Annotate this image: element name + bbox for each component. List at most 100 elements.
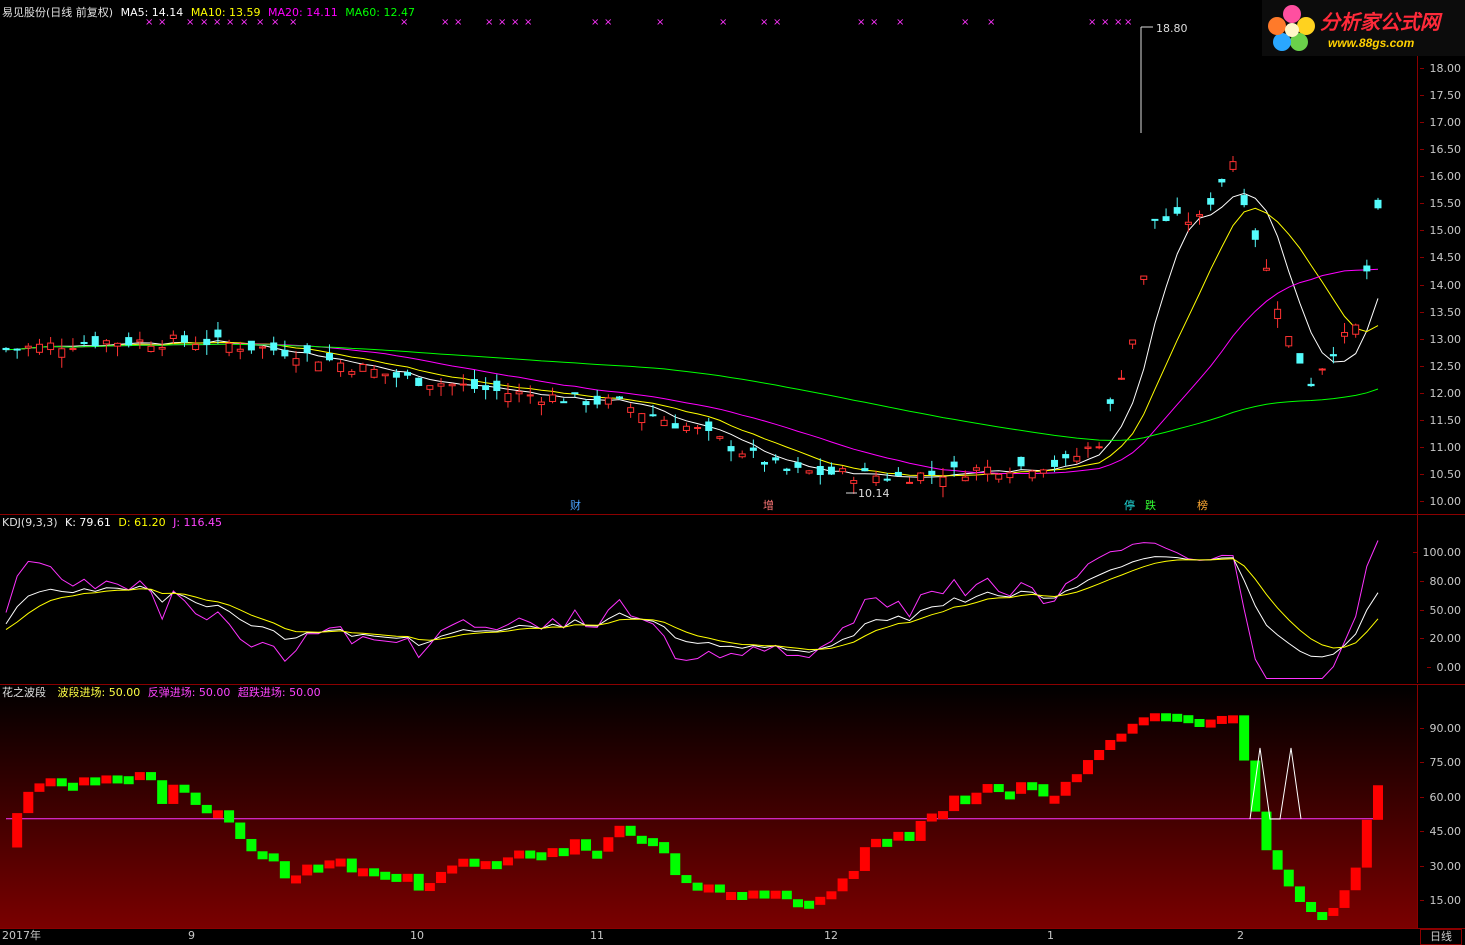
signal-cross-mark: × bbox=[213, 17, 221, 28]
wave-bar-up bbox=[547, 848, 558, 858]
signal-cross-mark: × bbox=[226, 17, 234, 28]
signal-cross-mark: × bbox=[441, 17, 449, 28]
candle-down bbox=[1251, 230, 1259, 240]
candle-down bbox=[1296, 353, 1304, 364]
signal-cross-mark: × bbox=[896, 17, 904, 28]
marker-finance[interactable]: 财 bbox=[570, 500, 581, 512]
signal-cross-mark: × bbox=[857, 17, 865, 28]
wave-bar-down bbox=[257, 851, 268, 860]
wave-bar-down bbox=[581, 839, 592, 851]
candle-up bbox=[292, 358, 300, 366]
wave-bar-down bbox=[1272, 850, 1283, 870]
marker-increase[interactable]: 增 bbox=[763, 500, 774, 512]
flower-title: 花之波段 bbox=[2, 686, 46, 699]
candle-up bbox=[1341, 332, 1349, 337]
candle-up bbox=[459, 383, 467, 386]
signal-cross-mark: × bbox=[240, 17, 248, 28]
candle-up bbox=[102, 340, 110, 345]
wave-bar-down bbox=[536, 852, 547, 861]
candle-up bbox=[359, 363, 367, 372]
candle-up bbox=[236, 348, 244, 352]
kdj-indicator-chart[interactable] bbox=[0, 515, 1418, 683]
candle-down bbox=[281, 349, 289, 357]
wave-bar-up bbox=[12, 813, 23, 848]
marker-list[interactable]: 榜 bbox=[1197, 500, 1208, 512]
wave-bar-down bbox=[659, 842, 670, 854]
wave-bar-up bbox=[1071, 774, 1082, 783]
wave-bar-down bbox=[759, 890, 770, 899]
candle-up bbox=[504, 393, 512, 403]
marker-halt-label: 停 bbox=[1124, 499, 1135, 512]
wave-bar-down bbox=[469, 858, 480, 867]
wave-bar-down bbox=[1004, 791, 1015, 800]
signal-cross-mark: × bbox=[773, 17, 781, 28]
signal-cross-mark: × bbox=[1088, 17, 1096, 28]
wave-bar-up bbox=[1116, 733, 1127, 742]
candle-down bbox=[1363, 265, 1371, 272]
marker-increase-label: 增 bbox=[763, 499, 774, 512]
candle-up bbox=[526, 394, 534, 397]
candle-up bbox=[1006, 472, 1014, 479]
candle-up bbox=[1140, 275, 1148, 280]
candle-up bbox=[805, 470, 813, 474]
wave-bar-up bbox=[837, 878, 848, 892]
signal-cross-mark: × bbox=[289, 17, 297, 28]
wave-bar-down bbox=[190, 792, 201, 805]
candle-down bbox=[13, 348, 21, 351]
wave-bar-up bbox=[703, 884, 714, 893]
wave-bar-up bbox=[424, 883, 435, 892]
candle-up bbox=[1352, 324, 1360, 335]
wave-bar-up bbox=[1361, 819, 1372, 868]
wave-bar-up bbox=[514, 850, 525, 859]
marker-drop-label: 跌 bbox=[1145, 499, 1156, 512]
flower-wave-chart[interactable] bbox=[0, 685, 1418, 928]
price-axis-tick: 10.00 bbox=[1419, 495, 1461, 508]
wave-bar-down bbox=[279, 861, 290, 879]
kdj-axis-tick: 20.00 bbox=[1419, 632, 1461, 646]
signal-cross-mark: × bbox=[604, 17, 612, 28]
price-candlestick-chart[interactable]: × × × × × × × × × × × × × × × × × × × × × × × × × × × × × × × × bbox=[0, 0, 1418, 514]
wave-bar-up bbox=[915, 820, 926, 841]
candle-down bbox=[392, 372, 400, 378]
marker-drop[interactable]: 跌 bbox=[1145, 500, 1156, 512]
kdj-d-line bbox=[5, 558, 1379, 651]
candle-up bbox=[839, 468, 847, 473]
wave-bar-down bbox=[1038, 784, 1049, 797]
candle-up bbox=[1095, 446, 1103, 449]
candle-up bbox=[225, 342, 233, 353]
wave-bar-up bbox=[291, 875, 302, 884]
wave-bar-down bbox=[558, 848, 569, 857]
wave-bar-up bbox=[748, 890, 759, 899]
marker-halt[interactable]: 停 bbox=[1124, 500, 1135, 512]
candle-down bbox=[1207, 198, 1215, 205]
signal-cross-mark: × bbox=[256, 17, 264, 28]
wave-bar-up bbox=[1105, 740, 1116, 751]
time-label-dec: 12 bbox=[824, 929, 838, 942]
candle-down bbox=[1162, 216, 1170, 222]
wave-bar-up bbox=[1205, 719, 1216, 728]
candle-up bbox=[961, 476, 969, 482]
wave-bar-down bbox=[413, 873, 424, 891]
wave-bar-down bbox=[1194, 718, 1205, 727]
price-axis-tick: 14.50 bbox=[1419, 251, 1461, 265]
candle-up bbox=[694, 426, 702, 429]
flower-axis-tick: 60.00 bbox=[1419, 790, 1461, 804]
candle-up bbox=[24, 345, 32, 349]
time-label-year: 2017年 bbox=[2, 929, 41, 942]
wave-bar-up bbox=[335, 858, 346, 867]
signal-cross-mark: × bbox=[271, 17, 279, 28]
period-selector[interactable]: 日线 bbox=[1420, 929, 1462, 945]
wave-bar-up bbox=[34, 783, 45, 792]
wave-bar-down bbox=[714, 884, 725, 893]
candle-down bbox=[1051, 459, 1059, 467]
time-label-oct: 10 bbox=[410, 929, 424, 942]
candle-up bbox=[192, 344, 200, 351]
signal-cross-mark: × bbox=[719, 17, 727, 28]
candle-down bbox=[270, 342, 278, 351]
wave-bar-down bbox=[592, 850, 603, 859]
wave-bar-up bbox=[726, 891, 737, 900]
candle-down bbox=[80, 341, 88, 344]
wave-bar-down bbox=[670, 853, 681, 876]
wave-bar-down bbox=[146, 772, 157, 781]
flower-axis-tick: 90.00 bbox=[1419, 722, 1461, 735]
